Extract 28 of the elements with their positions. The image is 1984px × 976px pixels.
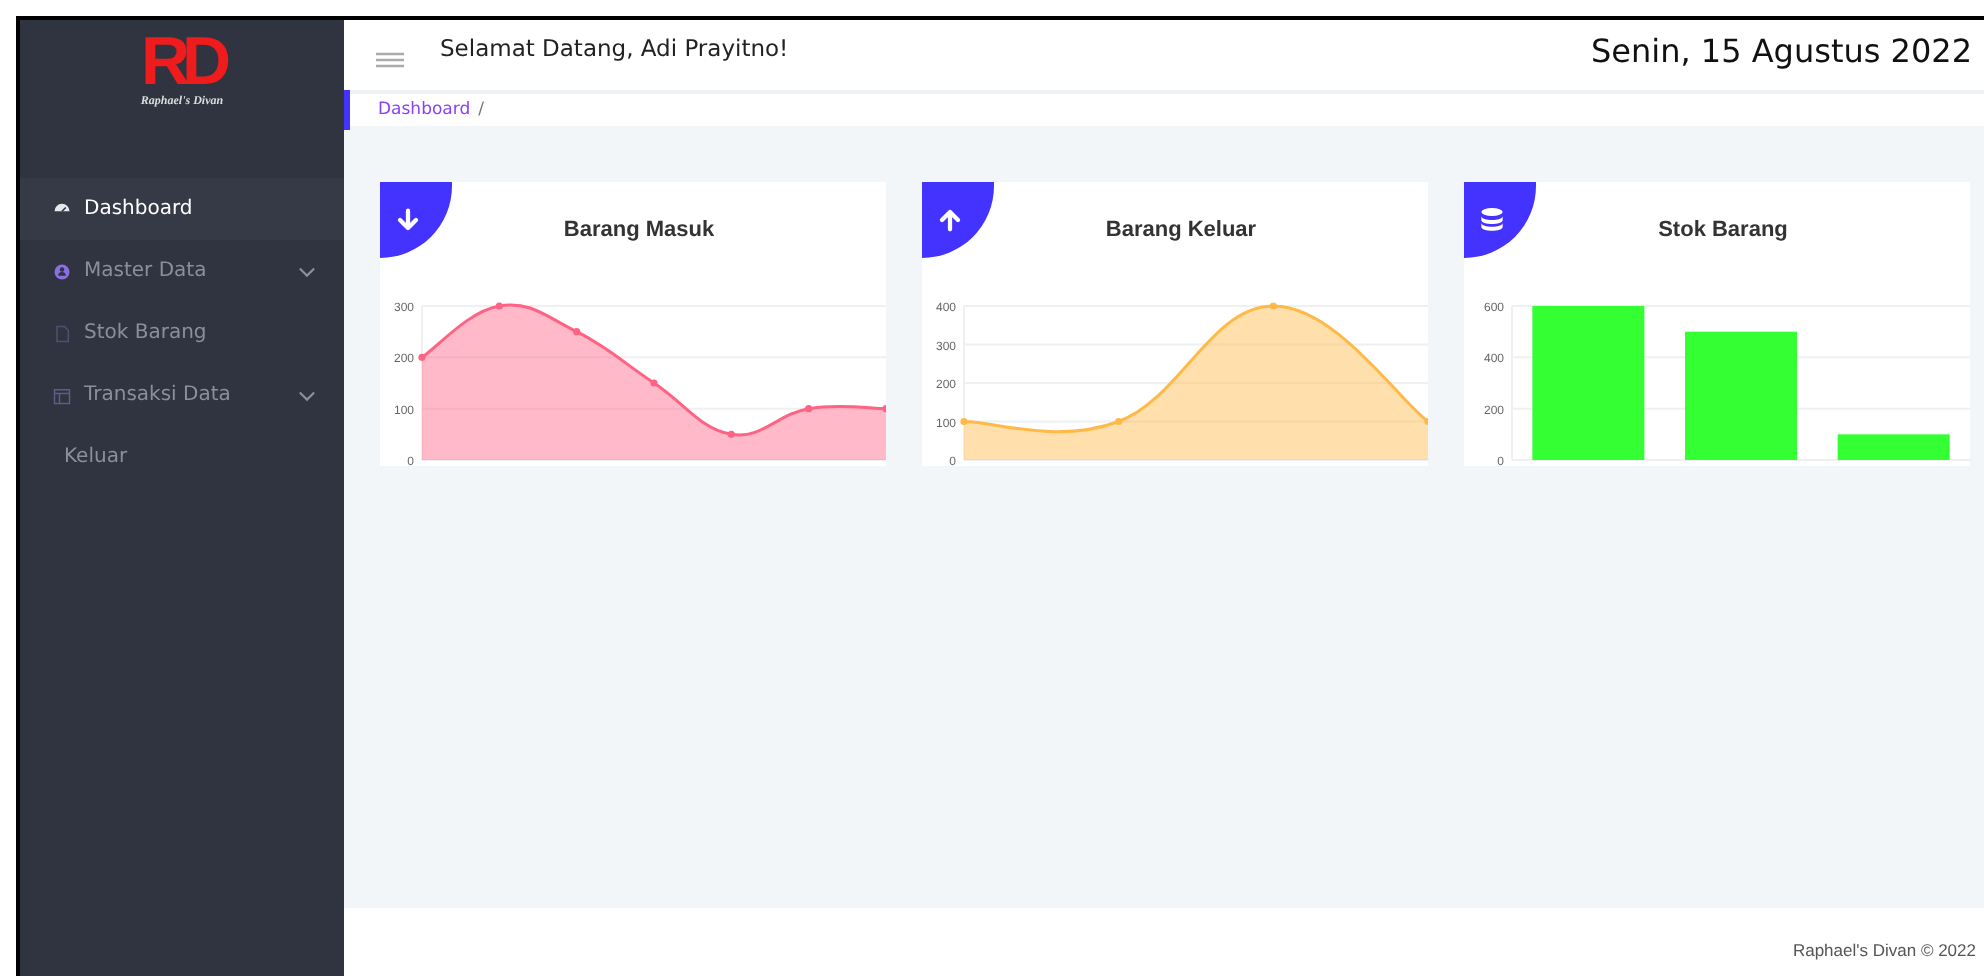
point — [573, 328, 581, 336]
card-title: Stok Barang — [1656, 216, 1790, 246]
point — [418, 353, 426, 361]
file-icon — [52, 323, 72, 343]
sidebar-item[interactable]: Master Data — [20, 240, 344, 302]
database-icon — [1476, 204, 1508, 236]
active-indicator — [344, 90, 350, 130]
user-icon — [52, 261, 72, 281]
date-text: Senin, 15 Agustus 2022 — [1591, 30, 1972, 70]
point — [805, 405, 813, 413]
point — [495, 302, 503, 310]
table-icon — [52, 385, 72, 405]
menu-icon[interactable] — [376, 50, 404, 70]
logo-mark: RD — [140, 32, 224, 92]
submenu-item[interactable]: Keluar — [20, 426, 344, 488]
breadcrumb-link[interactable]: Dashboard — [378, 100, 471, 120]
sidebar-item[interactable]: Stok Barang — [20, 302, 344, 364]
card-title: Barang Keluar — [1103, 216, 1259, 246]
welcome-text: Selamat Datang, Adi Prayitno! — [440, 32, 791, 62]
point — [650, 379, 658, 387]
sidebar-item[interactable]: Dashboard — [20, 178, 344, 240]
arrow-down-icon — [392, 204, 424, 236]
point — [727, 430, 735, 438]
breadcrumb-separator: / — [478, 100, 484, 120]
card-title: Barang Masuk — [561, 216, 717, 246]
sidebar-item[interactable]: Transaksi Data — [20, 364, 344, 426]
arrow-up-icon — [934, 204, 966, 236]
footer-text: Raphael's Divan © 2022 — [344, 908, 1984, 976]
